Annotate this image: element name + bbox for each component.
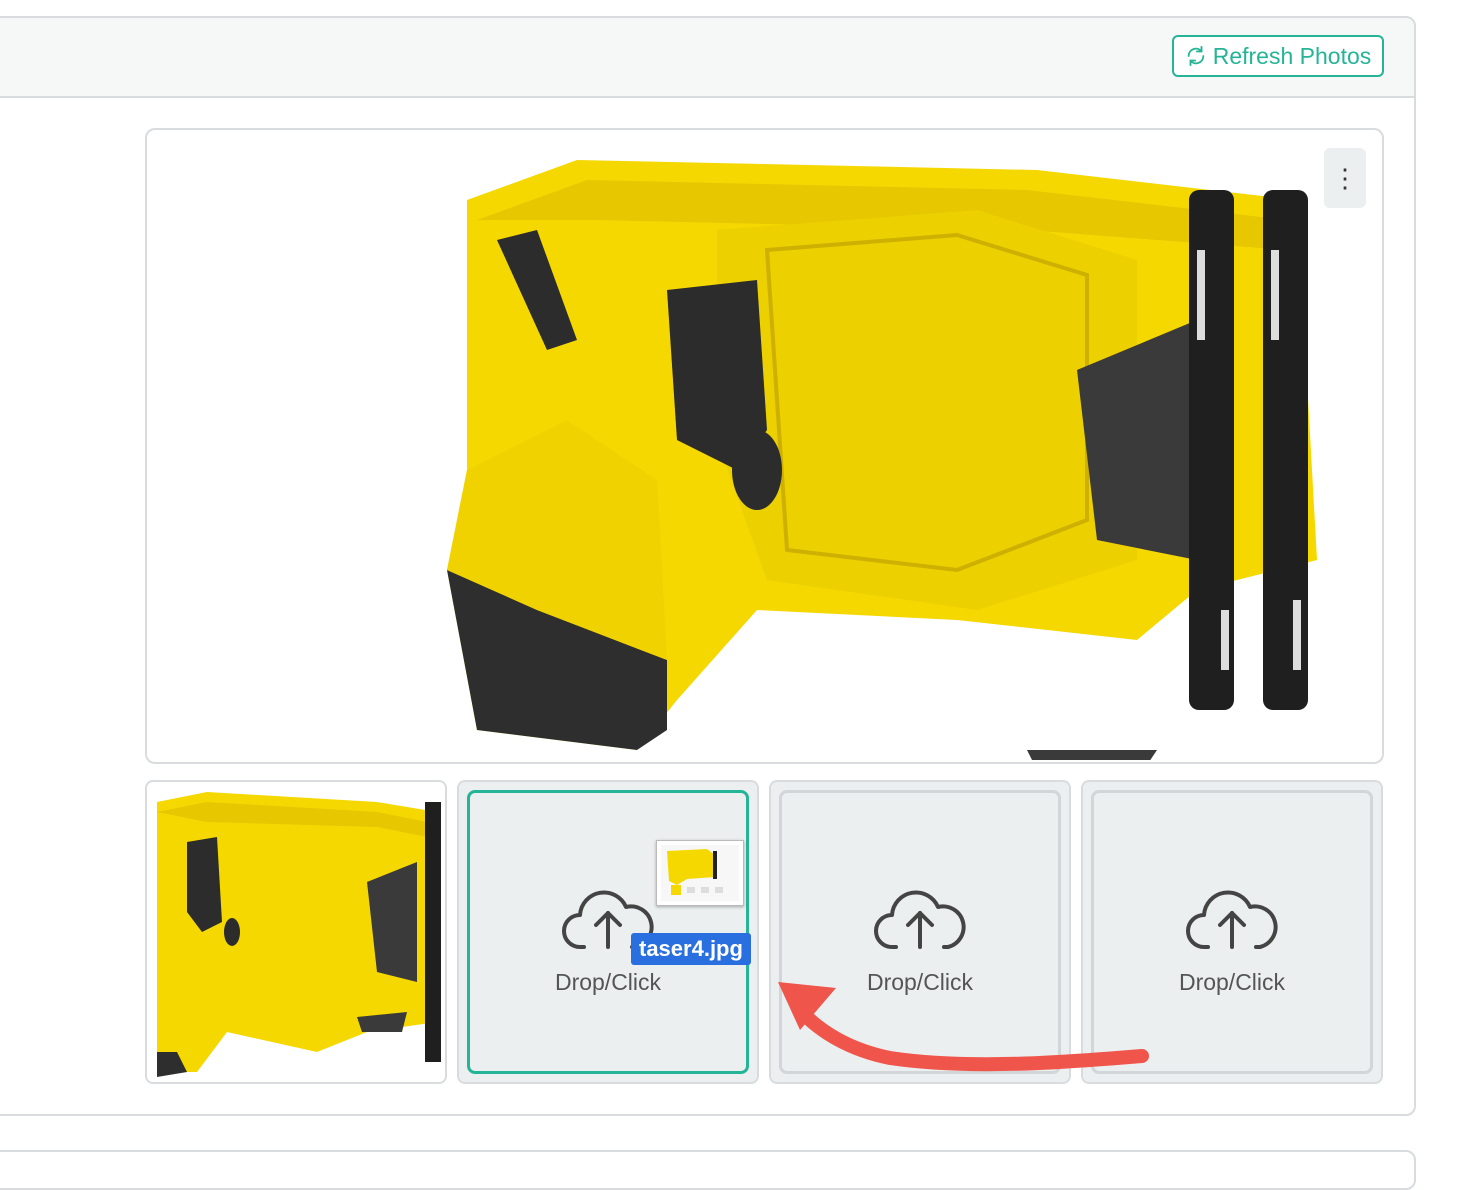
cloud-upload-icon xyxy=(874,889,966,949)
dropzone-label: Drop/Click xyxy=(554,968,662,995)
dropzone-active[interactable]: Drop/Click xyxy=(467,790,749,1074)
thumbnail-slot-2[interactable]: Drop/Click xyxy=(457,780,759,1084)
dropzone-label: Drop/Click xyxy=(1178,968,1286,995)
thumbnail-photo-1[interactable] xyxy=(145,780,447,1084)
drag-preview xyxy=(656,840,744,906)
refresh-photos-button[interactable]: Refresh Photos xyxy=(1172,35,1384,77)
dropzone[interactable]: Drop/Click xyxy=(1091,790,1373,1074)
cloud-upload-icon xyxy=(1186,889,1278,949)
dropzone[interactable]: Drop/Click xyxy=(779,790,1061,1074)
taser-image xyxy=(447,160,1317,760)
refresh-photos-label: Refresh Photos xyxy=(1212,42,1372,69)
thumbnail-slot-3[interactable]: Drop/Click xyxy=(769,780,1071,1084)
next-panel xyxy=(0,1150,1416,1190)
dragged-file-name: taser4.jpg xyxy=(631,933,751,965)
taser-thumbnail-image xyxy=(147,782,445,1082)
refresh-icon xyxy=(1187,45,1204,67)
kebab-icon: ⋮ xyxy=(1332,162,1358,193)
thumbnail-slot-4[interactable]: Drop/Click xyxy=(1081,780,1383,1084)
main-photo[interactable]: ⋮ xyxy=(145,128,1384,764)
photo-menu-button[interactable]: ⋮ xyxy=(1324,148,1366,208)
panel-header: Refresh Photos xyxy=(0,18,1414,98)
dropzone-label: Drop/Click xyxy=(866,968,974,995)
drag-preview-image xyxy=(661,845,739,901)
